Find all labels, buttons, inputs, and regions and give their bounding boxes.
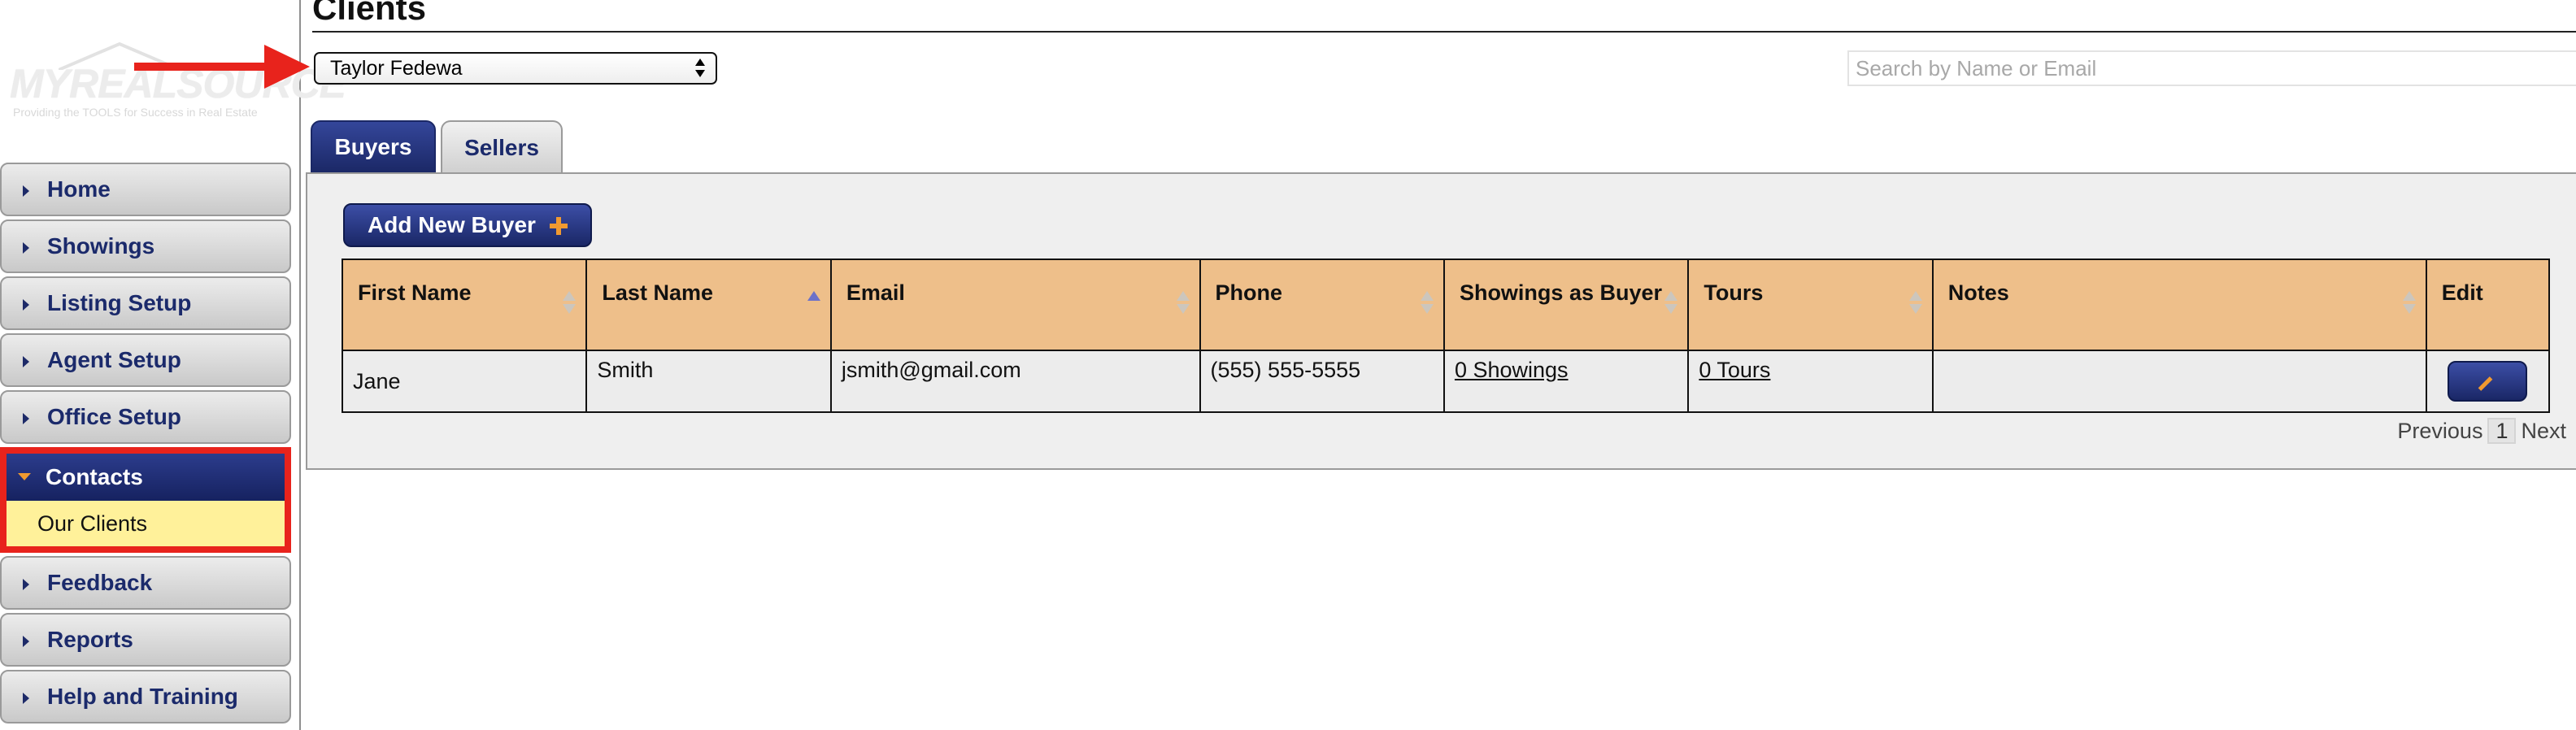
sidebar-subitem-our-clients[interactable]: Our Clients [7,501,285,546]
sort-icon [2402,291,2416,320]
contacts-highlight: Contacts Our Clients [0,447,291,553]
sidebar-item-label: Contacts [46,464,143,489]
cell-showings: 0 Showings [1442,350,1690,413]
column-header-tours[interactable]: Tours [1687,259,1934,351]
tab-buyers[interactable]: Buyers [311,120,436,174]
caret-right-icon [23,299,29,311]
sidebar-item-office-setup[interactable]: Office Setup [0,390,291,444]
pagination: Previous 1 Next [2397,418,2566,444]
caret-down-icon [18,473,31,480]
edit-button[interactable] [2448,361,2528,402]
column-header-last-name[interactable]: Last Name [585,259,832,351]
cell-last-name: Smith [585,350,832,413]
plus-icon [550,217,568,235]
sidebar-item-label: Help and Training [47,684,238,709]
tab-label: Sellers [464,135,539,160]
sidebar-item-contacts[interactable]: Contacts [7,454,285,501]
client-select-value: Taylor Fedewa [330,56,463,80]
cell-edit [2425,350,2551,413]
caret-right-icon [23,185,29,197]
table-row: Jane Smith jsmith@gmail.com (555) 555-55… [341,350,2551,413]
sidebar-item-home[interactable]: Home [0,163,291,216]
showings-link[interactable]: 0 Showings [1455,358,1569,382]
title-divider [312,31,2576,33]
sidebar-item-label: Office Setup [47,404,181,429]
add-new-buyer-label: Add New Buyer [368,212,536,237]
column-header-first-name[interactable]: First Name [341,259,588,351]
sidebar-item-label: Reports [47,627,133,652]
column-header-phone[interactable]: Phone [1199,259,1445,351]
tab-label: Buyers [334,134,412,159]
caret-right-icon [23,356,29,367]
caret-right-icon [23,636,29,647]
sidebar-item-label: Home [47,176,111,202]
cell-tours: 0 Tours [1687,350,1934,413]
sidebar-item-listing-setup[interactable]: Listing Setup [0,276,291,330]
tab-sellers[interactable]: Sellers [441,120,563,174]
previous-link[interactable]: Previous [2397,419,2482,444]
sidebar-item-showings[interactable]: Showings [0,219,291,273]
sort-icon [1420,291,1434,320]
client-select[interactable]: Taylor Fedewa [314,52,717,85]
main-content: Clients Taylor Fedewa Buyers Sellers Add… [302,0,2576,730]
column-header-edit: Edit [2425,259,2551,351]
next-link[interactable]: Next [2521,419,2566,444]
select-arrows-icon [694,58,706,79]
column-header-notes[interactable]: Notes [1931,259,2427,351]
column-header-email[interactable]: Email [829,259,1201,351]
sidebar-subitem-label: Our Clients [37,511,148,536]
tours-link[interactable]: 0 Tours [1699,358,1770,382]
sidebar-item-reports[interactable]: Reports [0,613,291,667]
sort-icon [563,291,577,320]
clients-table: First Name Last Name Email Phone Showing… [341,259,2551,413]
sidebar-item-help-and-training[interactable]: Help and Training [0,670,291,723]
cell-email: jsmith@gmail.com [829,350,1201,413]
cell-notes [1931,350,2427,413]
sidebar-item-feedback[interactable]: Feedback [0,556,291,610]
caret-right-icon [23,693,29,704]
sidebar-nav: Home Showings Listing Setup Agent Setup … [0,163,291,727]
sort-ascending-icon [807,291,820,320]
sort-icon [1908,291,1922,320]
sidebar-item-label: Listing Setup [47,290,192,315]
cell-phone: (555) 555-5555 [1199,350,1445,413]
search-input[interactable] [1847,50,2576,86]
cell-first-name: Jane [341,350,588,413]
pencil-icon [2478,376,2493,391]
logo: MYREALSOURCE Providing the TOOLS for Suc… [10,41,346,122]
sort-icon [1176,291,1190,320]
sort-icon [1664,291,1678,320]
buyers-panel: Add New Buyer First Name Last Name Email… [306,172,2576,470]
sidebar-item-agent-setup[interactable]: Agent Setup [0,333,291,387]
logo-tagline: Providing the TOOLS for Success in Real … [13,106,258,119]
add-new-buyer-button[interactable]: Add New Buyer [343,203,592,247]
caret-right-icon [23,579,29,590]
caret-right-icon [23,413,29,424]
caret-right-icon [23,242,29,254]
page-title: Clients [312,0,427,27]
table-header-row: First Name Last Name Email Phone Showing… [341,259,2551,351]
page-number-button[interactable]: 1 [2487,418,2517,444]
sidebar-item-label: Feedback [47,570,153,595]
sidebar-item-label: Showings [47,233,155,259]
column-header-showings[interactable]: Showings as Buyer [1442,259,1690,351]
sidebar: MYREALSOURCE Providing the TOOLS for Suc… [0,0,346,730]
annotation-arrow-line [134,63,281,71]
sidebar-item-label: Agent Setup [47,347,181,372]
